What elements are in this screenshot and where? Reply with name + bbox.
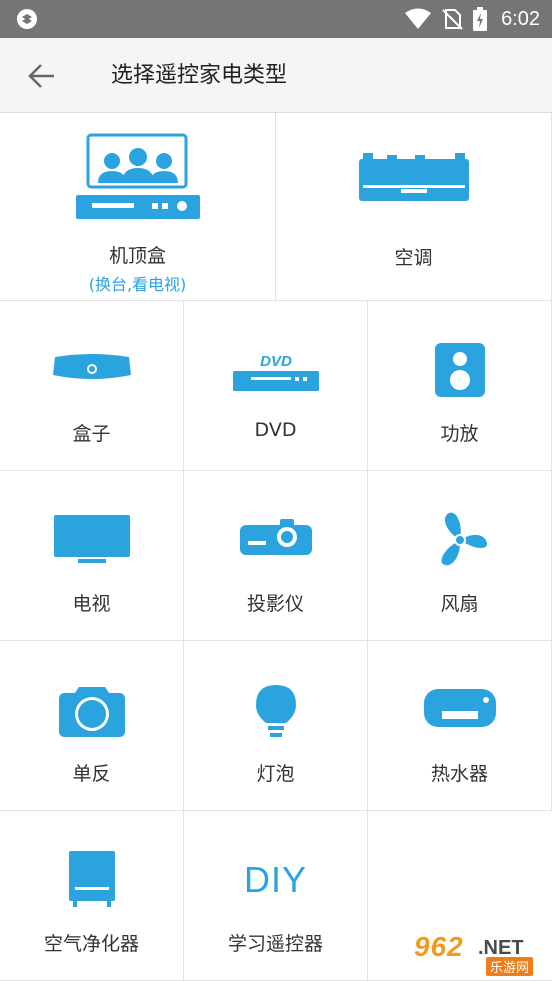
device-box[interactable]: 盒子 <box>0 301 184 471</box>
device-tv[interactable]: 电视 <box>0 471 184 641</box>
device-label: 热水器 <box>430 763 488 785</box>
device-amplifier[interactable]: 功放 <box>368 301 552 471</box>
device-water-heater[interactable]: 热水器 <box>368 641 552 811</box>
light-bulb-icon <box>255 685 296 737</box>
arrow-left-icon[interactable] <box>22 58 62 94</box>
device-label: 空调 <box>394 247 433 269</box>
no-sim-icon <box>442 9 463 30</box>
device-label: 灯泡 <box>256 763 295 785</box>
status-bar: 6:02 <box>0 0 552 38</box>
device-label: 盒子 <box>72 423 111 445</box>
fan-icon <box>440 512 487 566</box>
device-label: DVD <box>254 419 297 441</box>
svg-text:DVD: DVD <box>260 353 292 370</box>
device-diy-remote[interactable]: DIY 学习遥控器 <box>184 811 368 981</box>
diy-icon: DIY <box>243 859 308 900</box>
app-logo-icon <box>17 9 37 29</box>
device-sublabel: (换台,看电视) <box>88 275 187 294</box>
speaker-icon <box>434 343 485 397</box>
water-heater-icon <box>423 689 496 727</box>
device-fan[interactable]: 风扇 <box>368 471 552 641</box>
device-label: 单反 <box>72 763 111 785</box>
tv-icon <box>53 515 130 563</box>
watermark-site: 乐游网 <box>486 957 534 976</box>
battery-charging-icon <box>473 7 488 31</box>
tv-box-icon <box>52 354 131 379</box>
dvd-player-icon: DVD <box>232 353 319 391</box>
device-air-purifier[interactable]: 空气净化器 <box>0 811 184 981</box>
status-time: 6:02 <box>501 7 540 30</box>
device-dvd[interactable]: DVD DVD <box>184 301 368 471</box>
device-label: 机顶盒 <box>108 245 166 267</box>
device-label: 风扇 <box>440 593 479 615</box>
device-label: 电视 <box>72 593 111 615</box>
camera-icon <box>58 687 125 737</box>
wifi-icon <box>405 8 432 29</box>
set-top-box-icon <box>75 133 200 219</box>
page-title: 选择遥控家电类型 <box>111 63 288 88</box>
device-projector[interactable]: 投影仪 <box>184 471 368 641</box>
device-bulb[interactable]: 灯泡 <box>184 641 368 811</box>
air-purifier-icon <box>68 851 115 907</box>
device-label: 空气净化器 <box>43 933 139 955</box>
app-bar: 选择遥控家电类型 <box>0 38 552 113</box>
device-label: 投影仪 <box>246 593 304 615</box>
device-label: 学习遥控器 <box>227 933 323 955</box>
device-settop-box[interactable]: 机顶盒 (换台,看电视) <box>0 113 276 301</box>
air-conditioner-icon <box>358 153 469 201</box>
device-air-conditioner[interactable]: 空调 <box>276 113 552 301</box>
device-label: 功放 <box>440 423 479 445</box>
watermark-logo: 962 .NET 乐游网 <box>406 929 546 977</box>
device-camera[interactable]: 单反 <box>0 641 184 811</box>
watermark-brand: 962 <box>414 931 464 962</box>
projector-icon <box>239 519 312 555</box>
